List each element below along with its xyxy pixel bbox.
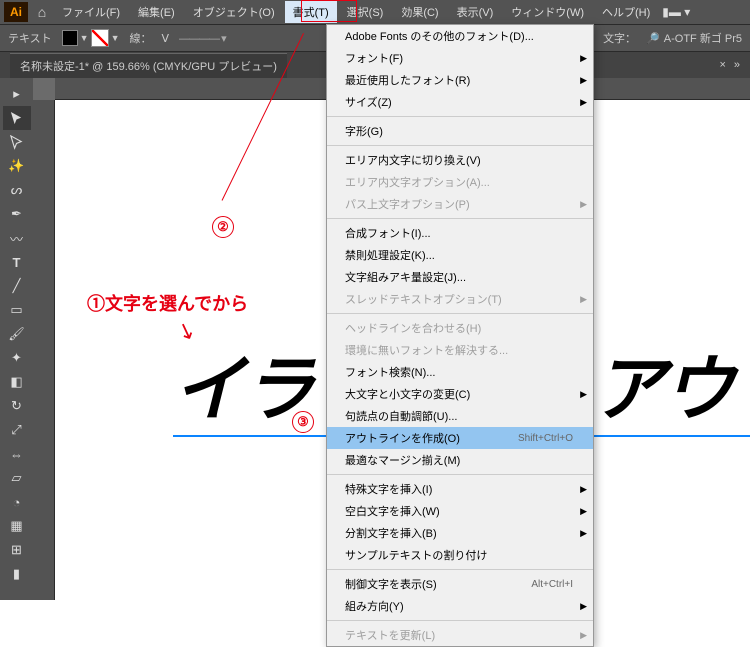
menu-item[interactable]: 制御文字を表示(S)Alt+Ctrl+I [327, 573, 593, 595]
menu-item[interactable]: 特殊文字を挿入(I)▶ [327, 478, 593, 500]
curvature-tool[interactable]: 〰 [3, 226, 31, 250]
chevron-down-icon[interactable]: ▼ [80, 33, 89, 43]
menu-item[interactable]: エリア内文字に切り換え(V) [327, 149, 593, 171]
menu-item[interactable]: 文字組みアキ量設定(J)... [327, 266, 593, 288]
stroke-weight-field[interactable]: ᐯ [162, 32, 170, 45]
direct-selection-tool[interactable] [3, 130, 31, 154]
annotation-step-1: ①文字を選んでから [87, 290, 248, 316]
stroke-label: 線： [130, 30, 152, 46]
submenu-arrow-icon: ▶ [580, 389, 587, 400]
menu-item: パス上文字オプション(P)▶ [327, 193, 593, 215]
menu-ヘルプ[interactable]: ヘルプ(H) [594, 1, 658, 23]
menu-表示[interactable]: 表示(V) [449, 1, 502, 23]
submenu-arrow-icon: ▶ [580, 630, 587, 641]
menu-item[interactable]: フォント検索(N)... [327, 361, 593, 383]
magic-wand-tool[interactable]: ✨ [3, 154, 31, 178]
search-icon: 🔎 [646, 32, 660, 45]
home-icon[interactable]: ⌂ [32, 4, 52, 20]
menu-選択[interactable]: 選択(S) [339, 1, 392, 23]
menu-item[interactable]: Adobe Fonts のその他のフォント(D)... [327, 25, 593, 47]
submenu-arrow-icon: ▶ [580, 506, 587, 517]
font-field[interactable]: 🔎A-OTF 新ゴ Pr5 [646, 30, 742, 46]
lasso-tool[interactable]: ᔕ [3, 178, 31, 202]
mode-label: テキスト [8, 30, 52, 46]
tab-overflow-icon[interactable]: » [734, 59, 740, 71]
annotation-step-2: ② [212, 216, 234, 238]
menubar: Ai ⌂ ファイル(F)編集(E)オブジェクト(O)書式(T)選択(S)効果(C… [0, 0, 750, 24]
fill-swatch[interactable] [62, 30, 78, 46]
submenu-arrow-icon: ▶ [580, 199, 587, 210]
menu-item: エリア内文字オプション(A)... [327, 171, 593, 193]
stroke-style-field[interactable]: ———— ▾ [179, 32, 226, 45]
submenu-arrow-icon: ▶ [580, 75, 587, 86]
menu-オブジェクト[interactable]: オブジェクト(O) [185, 1, 283, 23]
tab-close-icon[interactable]: × [719, 59, 725, 71]
stroke-swatch[interactable] [91, 29, 109, 47]
submenu-arrow-icon: ▶ [580, 294, 587, 305]
menu-ウィンドウ[interactable]: ウィンドウ(W) [503, 1, 592, 23]
chevron-down-icon[interactable]: ▼ [111, 33, 120, 43]
ruler-vertical [33, 100, 55, 600]
type-menu: Adobe Fonts のその他のフォント(D)...フォント(F)▶最近使用し… [326, 24, 594, 647]
menu-item[interactable]: 禁則処理設定(K)... [327, 244, 593, 266]
free-transform-tool[interactable]: ▱ [3, 466, 31, 490]
document-tab[interactable]: 名称未設定-1* @ 159.66% (CMYK/GPU プレビュー) [10, 53, 287, 78]
menu-item: スレッドテキストオプション(T)▶ [327, 288, 593, 310]
perspective-tool[interactable]: ▦ [3, 514, 31, 538]
shape-builder-tool[interactable]: ◔ [3, 490, 31, 514]
menu-item[interactable]: 句読点の自動調節(U)... [327, 405, 593, 427]
menu-item[interactable]: 合成フォント(I)... [327, 222, 593, 244]
menu-item[interactable]: 最近使用したフォント(R)▶ [327, 69, 593, 91]
menu-item: ヘッドラインを合わせる(H) [327, 317, 593, 339]
menu-item[interactable]: サイズ(Z)▶ [327, 91, 593, 113]
selection-tool[interactable] [3, 106, 31, 130]
tool-tab-icon[interactable]: ▸ [3, 82, 31, 106]
menu-item: テキストを更新(L)▶ [327, 624, 593, 646]
scale-tool[interactable]: ⤢ [3, 418, 31, 442]
submenu-arrow-icon: ▶ [580, 601, 587, 612]
rotate-tool[interactable]: ↻ [3, 394, 31, 418]
menu-効果[interactable]: 効果(C) [393, 1, 446, 23]
menu-書式[interactable]: 書式(T) [285, 1, 337, 23]
rectangle-tool[interactable]: ▭ [3, 298, 31, 322]
menu-item[interactable]: 字形(G) [327, 120, 593, 142]
menu-item[interactable]: 大文字と小文字の変更(C)▶ [327, 383, 593, 405]
menu-編集[interactable]: 編集(E) [130, 1, 183, 23]
menu-item[interactable]: 分割文字を挿入(B)▶ [327, 522, 593, 544]
submenu-arrow-icon: ▶ [580, 97, 587, 108]
mesh-tool[interactable]: ⊞ [3, 538, 31, 562]
menu-item[interactable]: 組み方向(Y)▶ [327, 595, 593, 617]
submenu-arrow-icon: ▶ [580, 53, 587, 64]
menu-item[interactable]: フォント(F)▶ [327, 47, 593, 69]
menu-item[interactable]: 最適なマージン揃え(M) [327, 449, 593, 471]
char-label: 文字： [603, 30, 636, 46]
shaper-tool[interactable]: ✦ [3, 346, 31, 370]
gradient-tool[interactable]: ▮ [3, 562, 31, 586]
menu-item: 環境に無いフォントを解決する... [327, 339, 593, 361]
menu-ファイル[interactable]: ファイル(F) [54, 1, 128, 23]
menu-item[interactable]: 空白文字を挿入(W)▶ [327, 500, 593, 522]
submenu-arrow-icon: ▶ [580, 528, 587, 539]
workspace-switcher-icon[interactable]: ▮▬ ▾ [662, 5, 690, 19]
pen-tool[interactable]: ✒ [3, 202, 31, 226]
submenu-arrow-icon: ▶ [580, 484, 587, 495]
menu-item[interactable]: サンプルテキストの割り付け [327, 544, 593, 566]
menu-item[interactable]: アウトラインを作成(O)Shift+Ctrl+O [327, 427, 593, 449]
toolbar: ▸ ✨ ᔕ ✒ 〰 T ╱ ▭ 🖌 ✦ ◧ ↻ ⤢ ⇔ ▱ ◔ ▦ ⊞ ▮ [0, 78, 33, 600]
eraser-tool[interactable]: ◧ [3, 370, 31, 394]
paintbrush-tool[interactable]: 🖌 [3, 322, 31, 346]
annotation-step-3: ③ [292, 411, 314, 433]
type-tool[interactable]: T [3, 250, 31, 274]
width-tool[interactable]: ⇔ [3, 442, 31, 466]
app-logo: Ai [4, 2, 28, 22]
line-tool[interactable]: ╱ [3, 274, 31, 298]
